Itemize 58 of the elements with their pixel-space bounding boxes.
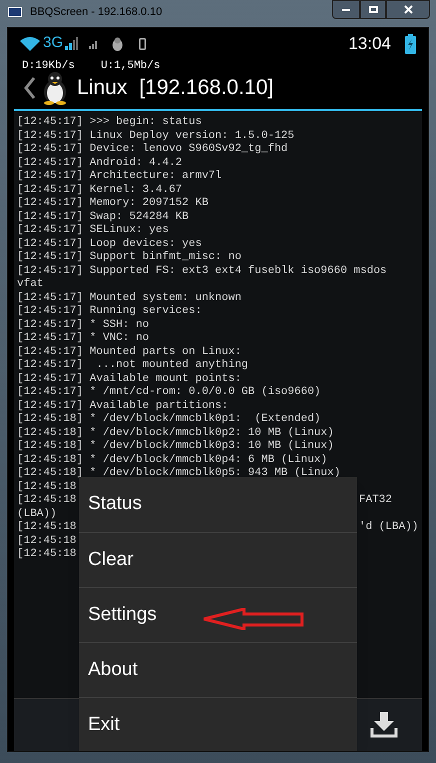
log-line: [12:45:17] * /mnt/cd-rom: 0.0/0.0 GB (iso9660) — [17, 386, 321, 400]
menu-item[interactable]: Clear — [79, 532, 357, 587]
signal-icon — [65, 37, 80, 50]
arrow-annotation-icon — [202, 608, 306, 630]
log-line: [12:45:17] Mounted system: unknown — [17, 292, 242, 305]
network-type: 3G — [43, 33, 64, 54]
log-line: [12:45:18] * /dev/block/mmcblk0p3: 10 MB (Linux) — [17, 440, 334, 454]
log-line: [12:45:17] Device: lenovo S960Sv92_tg_fhd — [17, 143, 288, 156]
log-line: [12:45:18 — [17, 521, 76, 533]
wifi-icon — [20, 36, 40, 50]
app-icon — [8, 7, 22, 17]
close-icon — [404, 5, 412, 14]
log-line: [12:45:18 — [17, 534, 76, 546]
device-address: [192.168.0.10] — [139, 75, 274, 102]
log-line: [12:45:17] Supported FS: ext3 ext4 fuseblk iso9660 msdos — [17, 264, 387, 278]
log-line: [12:45:17] ...not mounted anything — [17, 359, 248, 372]
close-button[interactable] — [386, 0, 430, 19]
log-line: [12:45:17] Support binfmt_misc: no — [17, 251, 242, 264]
phone-icon — [139, 38, 146, 50]
log-line: vfat — [17, 278, 44, 292]
log-line: [12:45:18] * /dev/block/mmcblk0p4: 6 MB (Linux) — [17, 454, 328, 467]
download-icon — [370, 712, 398, 738]
log-line: [12:45:17] * SSH: no — [17, 318, 150, 332]
log-line: [12:45:17] Running services: — [17, 305, 202, 318]
log-line: [12:45:17] Loop devices: yes — [17, 238, 202, 251]
download-button[interactable] — [370, 712, 398, 738]
log-line: [12:45:17] Linux Deploy version: 1.5.0-125 — [17, 130, 294, 143]
log-line: [12:45:17] Mounted parts on Linux: — [17, 346, 242, 359]
back-icon — [24, 77, 36, 99]
maximize-button[interactable] — [360, 0, 386, 19]
log-line: [12:45:17] Available partitions: — [17, 400, 228, 413]
download-speed: D:19Kb/s — [22, 60, 75, 72]
log-line: [12:45:17] Android: 4.4.2 — [17, 156, 182, 170]
log-line: [12:45:17] * VNC: no — [17, 332, 150, 346]
log-line: FAT32 — [359, 494, 392, 508]
log-line: [12:45:18 — [17, 548, 76, 560]
window-title: BBQScreen - 192.168.0.10 — [30, 4, 162, 20]
log-line: [12:45:17] Available mount points: — [17, 372, 242, 386]
log-line: [12:45:18] * /dev/block/mmcblk0p2: 10 MB (Linux) — [17, 426, 334, 440]
log-line: [12:45:17] Kernel: 3.4.67 — [17, 184, 182, 197]
battery-icon — [405, 34, 416, 54]
menu-item[interactable]: Settings — [79, 587, 357, 642]
app-title: Linux — [77, 75, 128, 102]
log-line: [12:45:17] SELinux: yes — [17, 224, 169, 238]
log-line: [12:45:17] >>> begin: status — [17, 116, 202, 130]
minimize-button[interactable] — [332, 0, 360, 19]
log-line: [12:45:18 — [17, 480, 76, 492]
menu-item[interactable]: About — [79, 642, 357, 697]
log-line: [12:45:18 — [17, 494, 76, 506]
clock: 13:04 — [348, 32, 391, 55]
log-line: 'd (LBA)) — [359, 521, 418, 534]
back-button[interactable] — [24, 77, 36, 99]
log-line: (LBA)) — [17, 508, 57, 521]
log-line: [12:45:17] Architecture: armv7l — [17, 170, 222, 184]
log-line: [12:45:18] * /dev/block/mmcblk0p1: (Extended) — [17, 413, 321, 426]
upload-speed: U:1,5Mb/s — [100, 60, 160, 72]
log-line: [12:45:17] Memory: 2097152 KB — [17, 197, 208, 210]
log-line: [12:45:17] Swap: 524284 KB — [17, 210, 189, 224]
